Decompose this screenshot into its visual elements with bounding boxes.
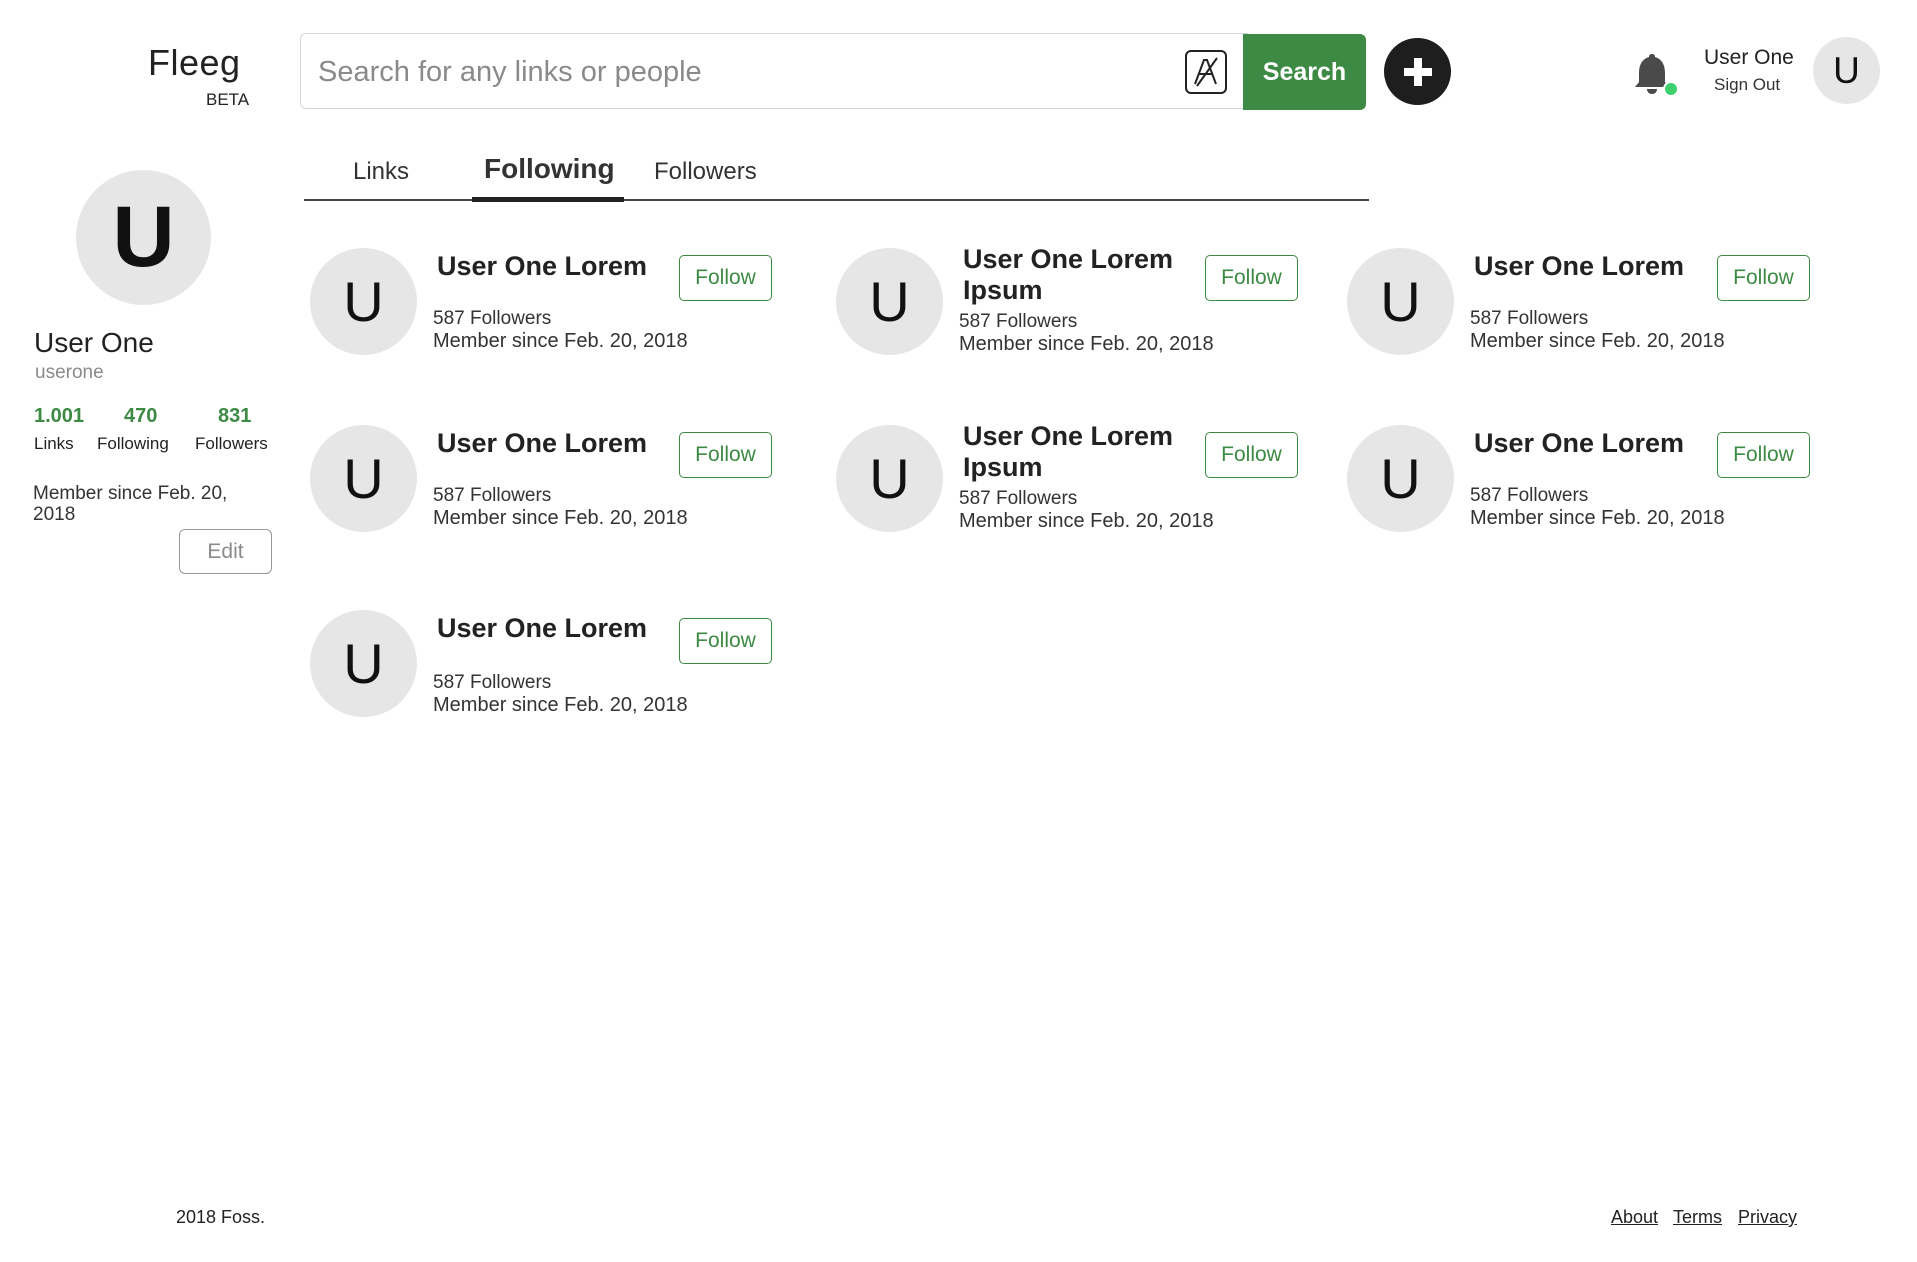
- user-avatar[interactable]: U: [836, 425, 943, 532]
- follow-button[interactable]: Follow: [1205, 432, 1298, 478]
- user-name[interactable]: User One Lorem: [437, 428, 687, 459]
- user-member-since: Member since Feb. 20, 2018: [1470, 507, 1725, 529]
- user-followers-count: 587 Followers: [1470, 485, 1589, 506]
- user-member-since: Member since Feb. 20, 2018: [433, 330, 688, 352]
- sign-out-link[interactable]: Sign Out: [1714, 75, 1780, 95]
- online-status-dot: [1663, 81, 1679, 97]
- follow-button[interactable]: Follow: [1717, 255, 1810, 301]
- header-user-name[interactable]: User One: [1704, 46, 1794, 70]
- user-name[interactable]: User One Lorem: [1474, 251, 1724, 282]
- user-avatar[interactable]: U: [310, 425, 417, 532]
- user-member-since: Member since Feb. 20, 2018: [433, 694, 688, 716]
- following-stat-label: Following: [97, 434, 169, 453]
- user-followers-count: 587 Followers: [1470, 308, 1589, 329]
- follow-button[interactable]: Follow: [679, 255, 772, 301]
- header-avatar[interactable]: U: [1813, 37, 1880, 104]
- user-name[interactable]: User One Lorem: [437, 613, 687, 644]
- follow-button[interactable]: Follow: [679, 618, 772, 664]
- beta-badge: BETA: [206, 90, 250, 109]
- user-member-since: Member since Feb. 20, 2018: [959, 333, 1214, 355]
- footer-link-about[interactable]: About: [1611, 1207, 1658, 1228]
- follow-button[interactable]: Follow: [1205, 255, 1298, 301]
- footer-link-privacy[interactable]: Privacy: [1738, 1207, 1797, 1228]
- user-card: U User One Lorem Ipsum Follow 587 Follow…: [836, 244, 1316, 368]
- user-card: U User One Lorem Ipsum Follow 587 Follow…: [836, 421, 1316, 545]
- links-stat-label: Links: [34, 434, 74, 453]
- user-name[interactable]: User One Lorem Ipsum: [963, 421, 1213, 483]
- links-count[interactable]: 1.001: [34, 405, 84, 428]
- follow-button[interactable]: Follow: [1717, 432, 1810, 478]
- user-member-since: Member since Feb. 20, 2018: [1470, 330, 1725, 352]
- user-followers-count: 587 Followers: [433, 308, 552, 329]
- active-tab-indicator: [472, 197, 624, 202]
- user-card: U User One Lorem Follow 587 Followers Me…: [1347, 425, 1827, 545]
- user-card: U User One Lorem Follow 587 Followers Me…: [310, 425, 790, 545]
- user-avatar[interactable]: U: [1347, 248, 1454, 355]
- user-followers-count: 587 Followers: [433, 485, 552, 506]
- tab-following[interactable]: Following: [484, 153, 615, 185]
- user-card: U User One Lorem Follow 587 Followers Me…: [310, 248, 790, 368]
- search-input[interactable]: [318, 53, 1168, 91]
- footer-link-terms[interactable]: Terms: [1673, 1207, 1722, 1228]
- user-avatar[interactable]: U: [836, 248, 943, 355]
- add-link-button[interactable]: [1384, 38, 1451, 105]
- profile-avatar: U: [76, 170, 211, 305]
- tabs-divider: [304, 199, 1369, 201]
- user-card: U User One Lorem Follow 587 Followers Me…: [310, 610, 790, 730]
- user-name[interactable]: User One Lorem: [1474, 428, 1724, 459]
- profile-username: userone: [35, 362, 104, 383]
- app-logo[interactable]: Fleeg: [148, 42, 241, 84]
- user-card: U User One Lorem Follow 587 Followers Me…: [1347, 248, 1827, 368]
- user-member-since: Member since Feb. 20, 2018: [433, 507, 688, 529]
- following-count[interactable]: 470: [124, 405, 157, 428]
- user-followers-count: 587 Followers: [959, 488, 1078, 509]
- user-followers-count: 587 Followers: [959, 311, 1078, 332]
- footer-copyright: 2018 Foss.: [176, 1207, 266, 1227]
- search-button[interactable]: Search: [1243, 34, 1366, 110]
- translate-icon[interactable]: [1185, 50, 1227, 94]
- user-avatar[interactable]: U: [310, 610, 417, 717]
- followers-stat-label: Followers: [195, 434, 268, 453]
- plus-icon: [1403, 57, 1432, 86]
- profile-name: User One: [34, 327, 154, 358]
- user-avatar[interactable]: U: [1347, 425, 1454, 532]
- user-name[interactable]: User One Lorem: [437, 251, 687, 282]
- user-member-since: Member since Feb. 20, 2018: [959, 510, 1214, 532]
- tab-followers[interactable]: Followers: [654, 158, 757, 186]
- tab-links[interactable]: Links: [353, 158, 409, 186]
- follow-button[interactable]: Follow: [679, 432, 772, 478]
- followers-count[interactable]: 831: [218, 405, 251, 428]
- profile-member-since: Member since Feb. 20, 2018: [33, 483, 228, 525]
- user-name[interactable]: User One Lorem Ipsum: [963, 244, 1213, 306]
- user-followers-count: 587 Followers: [433, 672, 552, 693]
- edit-profile-button[interactable]: Edit: [179, 529, 272, 574]
- user-avatar[interactable]: U: [310, 248, 417, 355]
